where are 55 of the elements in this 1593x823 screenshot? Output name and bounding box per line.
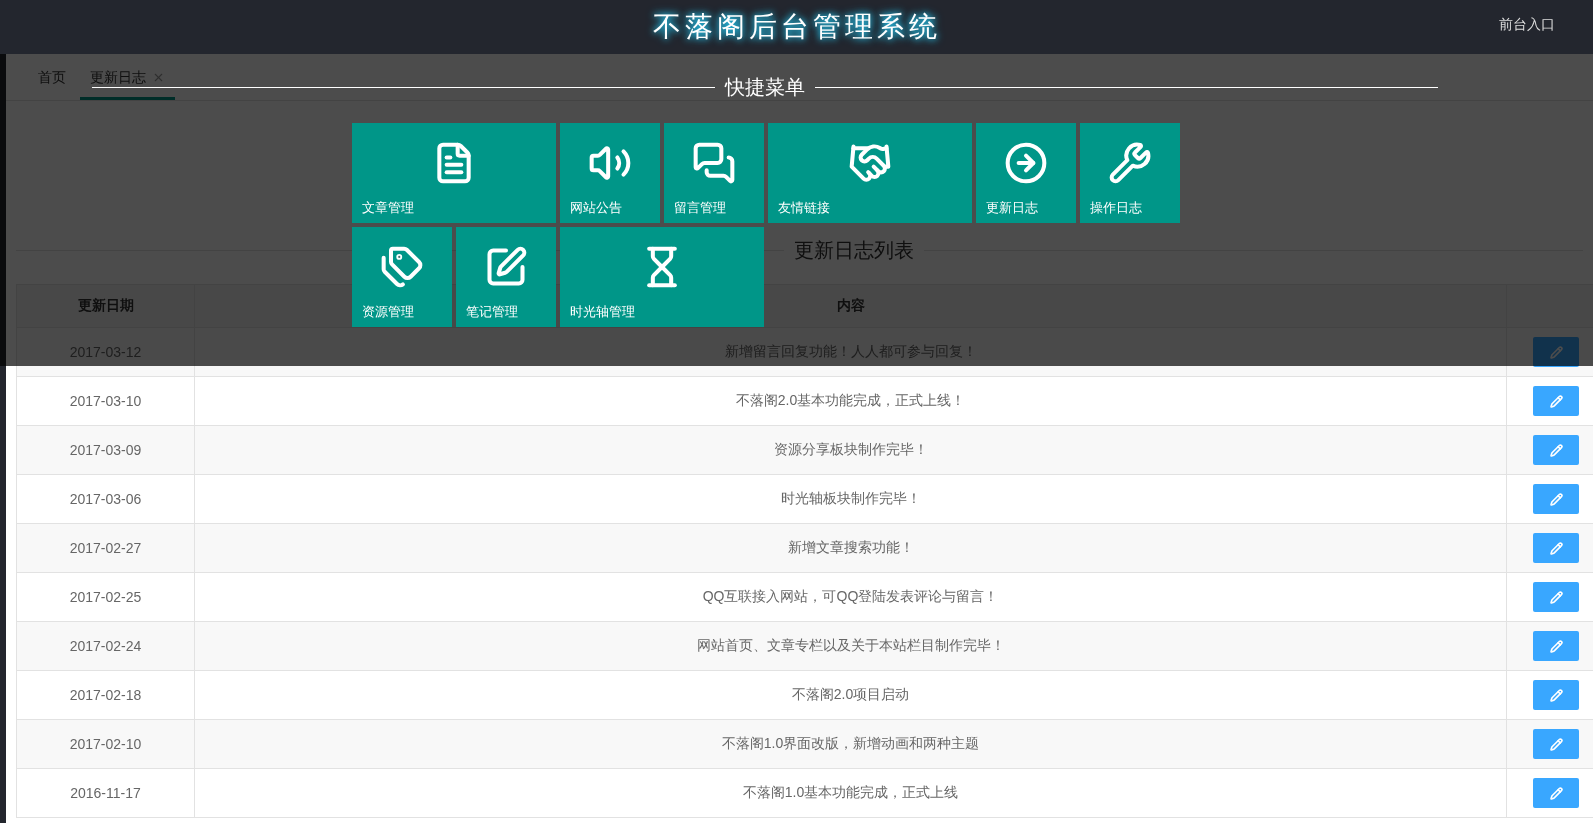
- tags-icon: [380, 245, 424, 289]
- date-cell: 2016-11-17: [16, 768, 195, 818]
- content-cell: QQ互联接入网站，可QQ登陆发表评论与留言！: [194, 572, 1507, 622]
- edit-button[interactable]: [1533, 680, 1579, 710]
- menu-tile[interactable]: 操作日志: [1080, 123, 1180, 223]
- content-cell: 不落阁1.0界面改版，新增动画和两种主题: [194, 719, 1507, 769]
- pencil-icon: [1549, 541, 1563, 555]
- pencil-icon: [1549, 590, 1563, 604]
- content-cell: 不落阁2.0基本功能完成，正式上线！: [194, 376, 1507, 426]
- edit-button[interactable]: [1533, 435, 1579, 465]
- pencil-icon: [1549, 394, 1563, 408]
- chat-bubbles-icon: [692, 141, 736, 185]
- pencil-icon: [1549, 443, 1563, 457]
- date-cell: 2017-03-06: [16, 474, 195, 524]
- edit-button[interactable]: [1533, 582, 1579, 612]
- site-title: 不落阁后台管理系统: [652, 10, 941, 44]
- date-cell: 2017-02-18: [16, 670, 195, 720]
- content-cell: 时光轴板块制作完毕！: [194, 474, 1507, 524]
- content-cell: 不落阁2.0项目启动: [194, 670, 1507, 720]
- pencil-icon: [1549, 786, 1563, 800]
- edit-button[interactable]: [1533, 778, 1579, 808]
- pencil-icon: [1549, 639, 1563, 653]
- menu-tile[interactable]: 更新日志: [976, 123, 1076, 223]
- wrench-icon: [1108, 141, 1152, 185]
- date-cell: 2017-02-25: [16, 572, 195, 622]
- date-cell: 2017-02-24: [16, 621, 195, 671]
- date-cell: 2017-02-27: [16, 523, 195, 573]
- content-cell: 资源分享板块制作完毕！: [194, 425, 1507, 475]
- edit-button[interactable]: [1533, 386, 1579, 416]
- edit-button[interactable]: [1533, 729, 1579, 759]
- quick-menu-title: 快捷菜单: [725, 75, 805, 100]
- content-cell: 不落阁1.0基本功能完成，正式上线: [194, 768, 1507, 818]
- menu-tile[interactable]: 笔记管理: [456, 227, 556, 327]
- edit-button[interactable]: [1533, 533, 1579, 563]
- menu-tile[interactable]: 资源管理: [352, 227, 452, 327]
- date-cell: 2017-03-10: [16, 376, 195, 426]
- date-cell: 2017-03-09: [16, 425, 195, 475]
- edit-button[interactable]: [1533, 484, 1579, 514]
- content-cell: 网站首页、文章专栏以及关于本站栏目制作完毕！: [194, 621, 1507, 671]
- menu-tile[interactable]: 时光轴管理: [560, 227, 764, 327]
- menu-tile[interactable]: 网站公告: [560, 123, 660, 223]
- menu-tile[interactable]: 留言管理: [664, 123, 764, 223]
- date-cell: 2017-02-10: [16, 719, 195, 769]
- section-title: 更新日志列表: [794, 238, 914, 263]
- content-cell: 新增文章搜索功能！: [194, 523, 1507, 573]
- edit-button[interactable]: [1533, 631, 1579, 661]
- pencil-square-icon: [484, 245, 528, 289]
- frontend-link[interactable]: 前台入口: [1499, 16, 1555, 34]
- menu-tile[interactable]: 文章管理: [352, 123, 556, 223]
- handshake-icon: [848, 141, 892, 185]
- pencil-icon: [1549, 737, 1563, 751]
- menu-tile[interactable]: 友情链接: [768, 123, 972, 223]
- pencil-icon: [1549, 688, 1563, 702]
- pencil-icon: [1549, 492, 1563, 506]
- arrow-circle-icon: [1004, 141, 1048, 185]
